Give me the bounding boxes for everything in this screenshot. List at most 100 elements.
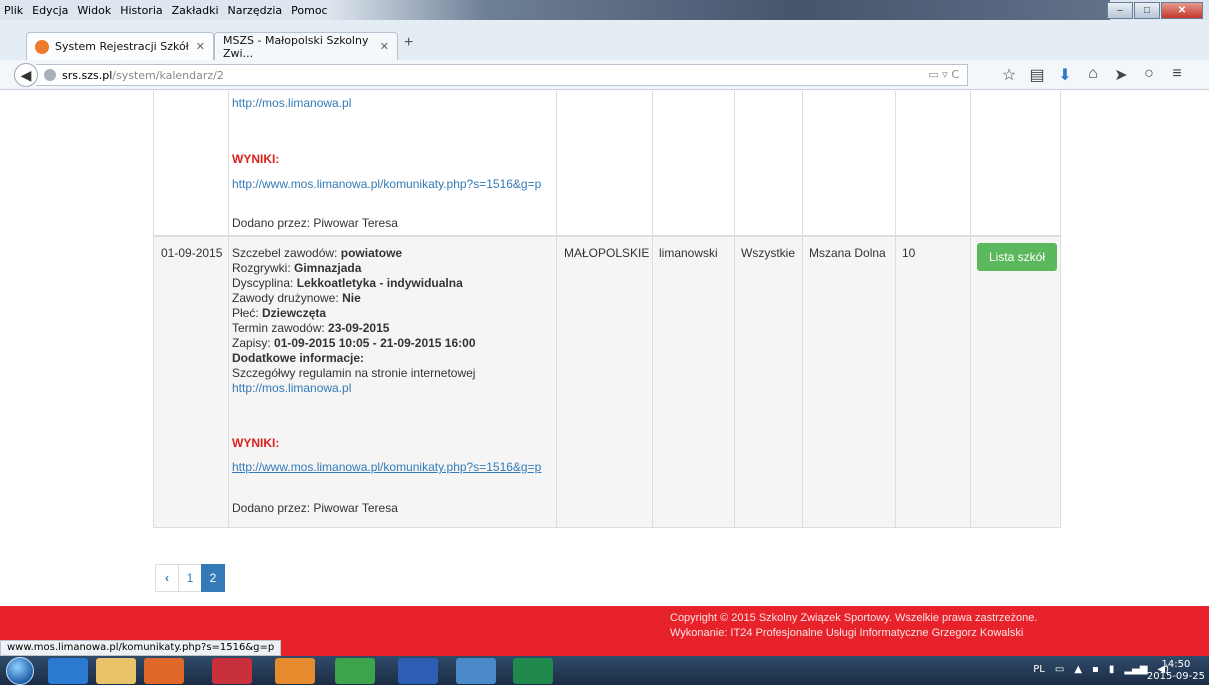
term-label: Termin zawodów: [232, 321, 329, 335]
pagination: ‹ 1 2 [155, 564, 225, 592]
minimize-icon[interactable]: – [1107, 2, 1133, 19]
made-by: Wykonanie: IT24 Profesjonalne Usługi Inf… [670, 627, 1024, 639]
level-line: Szczebel zawodów: powiatowe [232, 246, 402, 260]
menu-pomoc[interactable]: Pomoc [291, 4, 327, 17]
close-tab-icon[interactable]: ✕ [380, 40, 389, 53]
discipline-label: Dyscyplina: [232, 276, 297, 290]
tab-mszs[interactable]: MSZS - Małopolski Szkolny Zwi... ✕ [214, 32, 398, 60]
word-icon[interactable] [398, 658, 438, 684]
sex-value: Dziewczęta [262, 306, 327, 320]
menu-historia[interactable]: Historia [120, 4, 162, 17]
url-domain: srs.szs.pl [62, 68, 113, 82]
table-row: http://mos.limanowa.pl WYNIKI: http://ww… [153, 91, 1061, 236]
nav-bar: srs.szs.pl /system/kalendarz/2 ▭ ▿ C ◀ ☆… [0, 60, 1209, 90]
chat-icon[interactable]: ○ [1135, 65, 1163, 85]
results-label: WYNIKI: [232, 152, 280, 166]
toolbar: ☆ ▤ ⬇ ⌂ ➤ ○ ≡ [995, 65, 1191, 85]
page-2-button[interactable]: 2 [201, 564, 225, 592]
cell-divider [556, 91, 557, 235]
menu-widok[interactable]: Widok [77, 4, 111, 17]
home-icon[interactable]: ⌂ [1079, 65, 1107, 85]
cell-divider [228, 91, 229, 235]
table-row: 01-09-2015 Szczebel zawodów: powiatowe R… [153, 236, 1061, 528]
globe-icon [44, 69, 56, 81]
footer-text: Copyright © 2015 Szkolny Związek Sportow… [670, 611, 1037, 641]
signal-icon[interactable]: ▂▄▆ [1124, 664, 1147, 675]
tab-label: System Rejestracji Szkół [55, 40, 189, 53]
category-cell: Wszystkie [741, 246, 795, 260]
cell-divider [652, 237, 653, 527]
copyright: Copyright © 2015 Szkolny Związek Sportow… [670, 612, 1038, 624]
results-label: WYNIKI: [232, 436, 280, 450]
paint-icon[interactable] [456, 658, 496, 684]
page-1-button[interactable]: 1 [178, 564, 202, 592]
cell-divider [970, 91, 971, 235]
schools-list-button[interactable]: Lista szkół [977, 243, 1058, 271]
send-icon[interactable]: ➤ [1107, 65, 1135, 85]
bookmark-star-icon[interactable]: ☆ [995, 65, 1023, 85]
clock-time: 14:50 [1161, 659, 1191, 670]
menu-zakladki[interactable]: Zakładki [172, 4, 219, 17]
results-link[interactable]: http://www.mos.limanowa.pl/komunikaty.ph… [232, 177, 541, 191]
network-icon[interactable]: ▮ [1109, 664, 1115, 675]
prev-page-button[interactable]: ‹ [155, 564, 179, 592]
clock[interactable]: 14:50 2015-09-25 [1147, 659, 1205, 683]
signup-label: Zapisy: [232, 336, 275, 350]
tab-bar: System Rejestracji Szkół ✕ MSZS - Małopo… [0, 20, 1209, 60]
cell-divider [970, 237, 971, 527]
cell-divider [895, 91, 896, 235]
games-label: Rozgrywki: [232, 261, 295, 275]
status-link: www.mos.limanowa.pl/komunikaty.php?s=151… [0, 640, 282, 656]
taskbar: PL ▭ ▲ ▪ ▮ ▂▄▆ ◀) 14:50 2015-09-25 [0, 656, 1209, 685]
green-app-icon[interactable] [335, 658, 375, 684]
cell-divider [734, 237, 735, 527]
discipline-value: Lekkoatletyka - indywidualna [296, 276, 463, 290]
maximize-icon[interactable]: □ [1134, 2, 1160, 19]
firefox-icon[interactable] [275, 658, 315, 684]
menu-narzedzia[interactable]: Narzędzia [228, 4, 283, 17]
flag-icon[interactable]: ▪ [1092, 664, 1099, 675]
extra-info-text: Szczegółwy regulamin na stronie internet… [232, 366, 476, 380]
tab-system-rejestracji[interactable]: System Rejestracji Szkół ✕ [26, 32, 214, 60]
sex-label: Płeć: [232, 306, 263, 320]
ie-icon[interactable] [48, 658, 88, 684]
term-line: Termin zawodów: 23-09-2015 [232, 321, 389, 335]
explorer-icon[interactable] [96, 658, 136, 684]
url-bar[interactable]: srs.szs.pl /system/kalendarz/2 ▭ ▿ C [36, 64, 968, 86]
cell-divider [556, 237, 557, 527]
level-value: powiatowe [340, 246, 403, 260]
signup-value: 01-09-2015 10:05 - 21-09-2015 16:00 [274, 336, 476, 350]
start-button-icon[interactable] [6, 657, 34, 685]
keyboard-icon[interactable]: ▭ [1055, 664, 1064, 675]
games-line: Rozgrywki: Gimnazjada [232, 261, 361, 275]
menu-edycja[interactable]: Edycja [32, 4, 68, 17]
discipline-line: Dyscyplina: Lekkoatletyka - indywidualna [232, 276, 463, 290]
tray-arrow-icon[interactable]: ▲ [1074, 664, 1082, 675]
bookmarks-list-icon[interactable]: ▤ [1023, 65, 1051, 85]
menu-plik[interactable]: Plik [4, 4, 23, 17]
cell-divider [228, 237, 229, 527]
town-cell: Mszana Dolna [809, 246, 886, 260]
signup-line: Zapisy: 01-09-2015 10:05 - 21-09-2015 16… [232, 336, 476, 350]
results-link[interactable]: http://www.mos.limanowa.pl/komunikaty.ph… [232, 460, 541, 474]
info-link[interactable]: http://mos.limanowa.pl [232, 381, 351, 395]
cell-divider [802, 237, 803, 527]
new-tab-icon[interactable]: + [404, 34, 413, 52]
close-window-icon[interactable]: ✕ [1161, 2, 1203, 19]
back-arrow-icon[interactable]: ◀ [14, 63, 38, 87]
team-line: Zawody drużynowe: Nie [232, 291, 361, 305]
media-player-icon[interactable] [144, 658, 184, 684]
window-controls: – □ ✕ [1106, 2, 1203, 19]
team-label: Zawody drużynowe: [232, 291, 343, 305]
close-tab-icon[interactable]: ✕ [196, 40, 205, 53]
language-indicator[interactable]: PL [1033, 664, 1045, 675]
tab-label: MSZS - Małopolski Szkolny Zwi... [223, 33, 369, 60]
cell-divider [802, 91, 803, 235]
menu-icon[interactable]: ≡ [1163, 65, 1191, 85]
download-icon[interactable]: ⬇ [1051, 65, 1079, 85]
k-app-icon[interactable] [212, 658, 252, 684]
excel-icon[interactable] [513, 658, 553, 684]
info-link[interactable]: http://mos.limanowa.pl [232, 96, 351, 110]
favicon-icon [35, 39, 49, 54]
reload-icon[interactable]: ▭ ▿ C [928, 68, 959, 81]
